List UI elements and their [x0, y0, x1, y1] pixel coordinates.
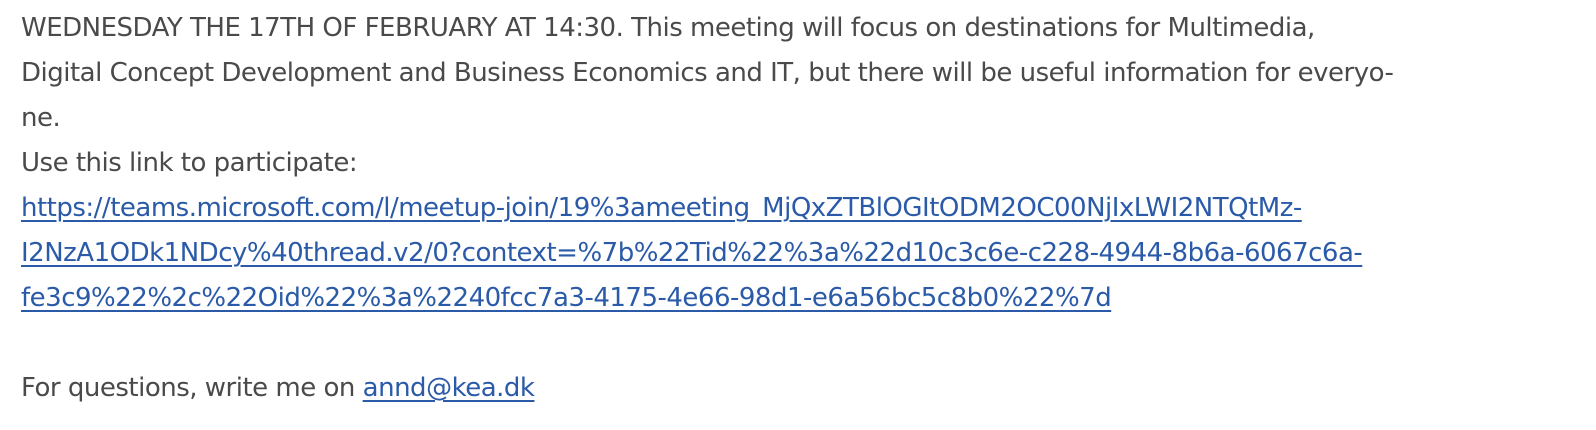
- email-link[interactable]: annd@kea.dk: [363, 373, 535, 403]
- announcement-line: Digital Concept Development and Business…: [21, 58, 1394, 88]
- announcement-line: ne.: [21, 103, 61, 133]
- contact-text: For questions, write me on: [21, 373, 363, 403]
- teams-link-line[interactable]: fe3c9%22%2c%22Oid%22%3a%2240fcc7a3-4175-…: [21, 276, 1576, 321]
- contact-paragraph: For questions, write me on annd@kea.dk: [21, 366, 1576, 411]
- participate-label: Use this link to participate:: [21, 148, 358, 178]
- teams-link-line[interactable]: I2NzA1ODk1NDcy%40thread.v2/0?context=%7b…: [21, 231, 1576, 276]
- message-body: WEDNESDAY THE 17TH OF FEBRUARY AT 14:30.…: [0, 0, 1596, 430]
- announcement-paragraph: WEDNESDAY THE 17TH OF FEBRUARY AT 14:30.…: [21, 6, 1576, 141]
- teams-link-line[interactable]: https://teams.microsoft.com/l/meetup-joi…: [21, 186, 1576, 231]
- participate-section: Use this link to participate: https://te…: [21, 141, 1576, 321]
- announcement-line: WEDNESDAY THE 17TH OF FEBRUARY AT 14:30.…: [21, 13, 1315, 43]
- contact-line: For questions, write me on annd@kea.dk: [21, 366, 1576, 411]
- teams-meeting-link[interactable]: https://teams.microsoft.com/l/meetup-joi…: [21, 186, 1576, 321]
